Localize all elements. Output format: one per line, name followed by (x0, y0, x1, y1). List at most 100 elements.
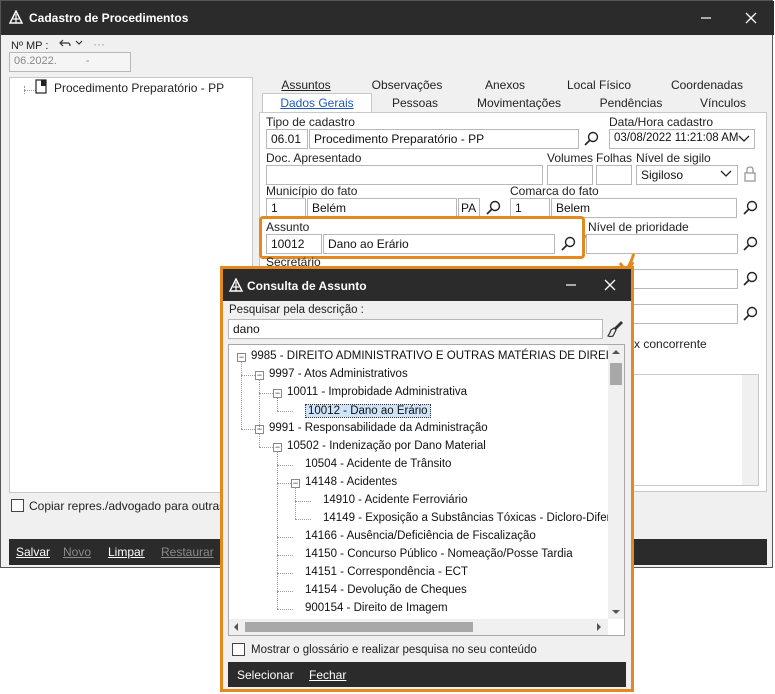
novo-label: Novo (63, 545, 92, 559)
search-tipo-icon[interactable] (583, 130, 601, 148)
mp-number-field[interactable]: 06.2022. - (9, 52, 131, 72)
tree-item[interactable]: 9985 - DIREITO ADMINISTRATIVO E OUTRAS M… (251, 350, 609, 362)
tree-item[interactable]: 14148 - Acidentes (305, 476, 397, 488)
search-secretario-icon[interactable] (742, 270, 760, 288)
comarca-name-field[interactable]: Belem (551, 198, 737, 218)
glossary-checkbox[interactable] (232, 643, 245, 656)
chevron-down-icon[interactable] (75, 40, 83, 46)
scroll-left-icon[interactable] (233, 623, 239, 631)
scroll-right-icon[interactable] (596, 623, 602, 631)
scroll-up-icon[interactable] (612, 349, 620, 355)
copy-representative-checkbox[interactable] (11, 499, 24, 512)
municipio-code-field[interactable]: 1 (266, 198, 306, 218)
vertical-scroll-thumb[interactable] (610, 363, 622, 385)
secretario-extra-field[interactable] (631, 269, 738, 289)
chevron-down-icon[interactable] (738, 135, 750, 143)
extra-field-2[interactable] (631, 304, 738, 324)
tree-item[interactable]: 14166 - Ausência/Deficiência de Fiscaliz… (305, 530, 536, 542)
chevron-down-icon[interactable] (720, 170, 732, 178)
tree-item[interactable]: 14149 - Exposição a Substâncias Tóxicas … (323, 512, 609, 524)
tree-vertical-scrollbar[interactable] (608, 345, 624, 619)
tree-item[interactable]: 14151 - Correspondência - ECT (305, 566, 468, 578)
doc-apresentado-field[interactable] (266, 165, 543, 185)
dialog-close-button[interactable] (595, 270, 625, 300)
tree-item[interactable]: 10504 - Acidente de Trânsito (305, 458, 451, 470)
tab-observacoes[interactable]: Observações (361, 78, 453, 92)
tree-item[interactable]: 10502 - Indenização por Dano Material (287, 440, 486, 452)
tree-item[interactable]: 14154 - Devolução de Cheques (305, 584, 467, 596)
close-button[interactable] (736, 3, 766, 33)
tipo-cadastro-desc-field[interactable]: Procedimento Preparatório - PP (309, 129, 579, 149)
tree-item[interactable]: 9997 - Atos Administrativos (269, 368, 408, 380)
brush-icon[interactable] (606, 319, 626, 339)
tab-coordenadas[interactable]: Coordenadas (655, 78, 759, 92)
tab-dados-gerais-label: Dados Gerais (280, 96, 354, 110)
scroll-down-icon[interactable] (612, 609, 620, 615)
document-icon (35, 79, 47, 94)
salvar-button[interactable]: Salvar (16, 545, 50, 559)
more-icon[interactable]: ··· (93, 37, 105, 51)
mp-number-value: 06.2022. (14, 55, 57, 67)
search-municipio-icon[interactable] (485, 199, 503, 217)
main-window-title: Cadastro de Procedimentos (29, 11, 189, 25)
textarea-scrollbar[interactable] (742, 375, 758, 485)
search-comarca-icon[interactable] (742, 199, 760, 217)
search-prioridade-icon[interactable] (742, 235, 760, 253)
limpar-button[interactable]: Limpar (108, 545, 145, 559)
municipio-uf-field[interactable]: PA (458, 198, 480, 218)
comarca-code-field[interactable]: 1 (510, 198, 550, 218)
municipio-label: Município do fato (266, 184, 358, 198)
tab-pendencias[interactable]: Pendências (585, 96, 677, 110)
restaurar-label: Restaurar (161, 545, 214, 559)
tree-connector (277, 537, 293, 538)
volumes-field[interactable] (547, 165, 593, 185)
tree-item[interactable]: 900154 - Direito de Imagem (305, 602, 448, 614)
assunto-code-field[interactable]: 10012 (266, 234, 322, 254)
fechar-button[interactable]: Fechar (309, 668, 346, 682)
search-description-label: Pesquisar pela descrição : (229, 304, 364, 316)
minimize-button[interactable] (691, 3, 721, 33)
observation-textarea[interactable] (631, 374, 759, 486)
assunto-name-field[interactable]: Dano ao Erário (323, 234, 555, 254)
concorrente-label: x concorrente (634, 337, 707, 351)
search-description-input[interactable]: dano (228, 319, 603, 339)
nivel-sigilo-label: Nível de sigilo (636, 151, 711, 165)
tab-movimentacoes[interactable]: Movimentações (463, 96, 575, 110)
selecionar-button[interactable]: Selecionar (237, 668, 294, 682)
search-assunto-icon[interactable] (560, 235, 578, 253)
novo-button[interactable]: Novo (63, 545, 91, 559)
tab-vinculos[interactable]: Vínculos (683, 96, 763, 110)
glossary-checkbox-label: Mostrar o glossário e realizar pesquisa … (251, 644, 537, 656)
dialog-minimize-button[interactable] (556, 270, 586, 300)
data-hora-field[interactable]: 03/08/2022 11:21:08 AM (609, 129, 755, 149)
search-extra-icon[interactable] (742, 305, 760, 323)
municipio-name-field[interactable]: Belém (307, 198, 457, 218)
folhas-field[interactable] (596, 165, 632, 185)
tab-dados-gerais[interactable]: Dados Gerais (262, 93, 372, 113)
data-hora-value: 03/08/2022 11:21:08 AM (614, 132, 739, 144)
tree-item[interactable]: 14910 - Acidente Ferroviário (323, 494, 467, 506)
tree-horizontal-scrollbar[interactable] (229, 619, 608, 635)
tree-guide-line (259, 379, 260, 429)
tree-item[interactable]: 9991 - Responsabilidade da Administração (269, 422, 488, 434)
undo-icon[interactable] (59, 38, 71, 48)
restaurar-button[interactable]: Restaurar (161, 545, 214, 559)
assunto-tree[interactable]: −9985 - DIREITO ADMINISTRATIVO E OUTRAS … (228, 344, 625, 636)
tab-local-fisico[interactable]: Local Físico (557, 78, 641, 92)
nivel-prioridade-field[interactable] (586, 234, 738, 254)
tree-item[interactable]: 10011 - Improbidade Administrativa (287, 386, 467, 398)
procedure-tree-panel[interactable]: Procedimento Preparatório - PP (9, 77, 253, 493)
tipo-cadastro-code-field[interactable]: 06.01 (266, 129, 308, 149)
tree-connector (277, 411, 293, 412)
tree-item[interactable]: 14150 - Concurso Público - Nomeação/Poss… (305, 548, 573, 560)
tab-anexos[interactable]: Anexos (463, 78, 547, 92)
app-logo-icon (9, 10, 23, 24)
fechar-label: Fechar (309, 668, 347, 682)
tab-assuntos[interactable]: Assuntos (263, 78, 349, 92)
tree-item-procedure[interactable]: Procedimento Preparatório - PP (54, 81, 224, 95)
tab-pessoas[interactable]: Pessoas (375, 96, 455, 110)
close-icon (745, 12, 757, 24)
tree-item-selected[interactable]: 10012 - Dano ao Erário (305, 404, 431, 418)
horizontal-scroll-thumb[interactable] (245, 622, 473, 632)
tipo-cadastro-label: Tipo de cadastro (266, 115, 355, 129)
